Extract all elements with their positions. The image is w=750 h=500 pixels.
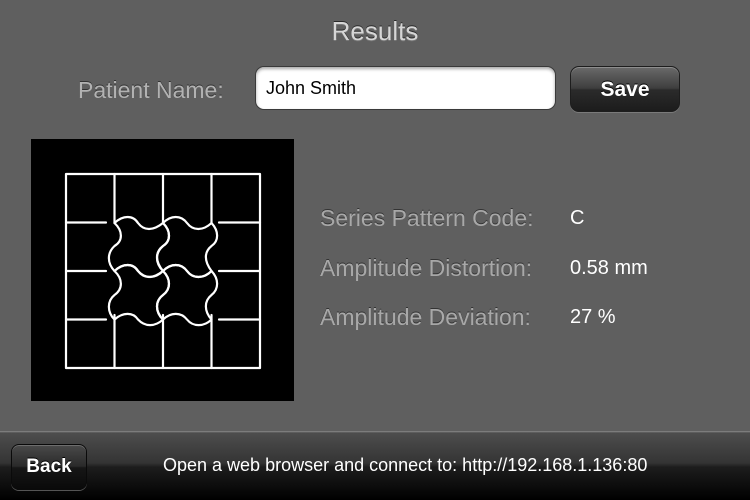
amplitude-distortion-value: 0.58 mm — [570, 257, 648, 279]
series-pattern-code-label: Series Pattern Code: — [320, 205, 534, 231]
amplitude-deviation-value: 27 % — [570, 306, 616, 328]
series-pattern-code-value: C — [570, 207, 585, 229]
connect-instructions: Open a web browser and connect to: http:… — [163, 455, 648, 475]
bottom-toolbar: Back Open a web browser and connect to: … — [0, 431, 750, 500]
back-button[interactable]: Back — [11, 444, 87, 490]
patient-name-input[interactable] — [255, 66, 556, 110]
amplitude-distortion-label: Amplitude Distortion: — [320, 255, 533, 281]
amplitude-deviation-label: Amplitude Deviation: — [320, 304, 531, 330]
amsler-grid-icon — [64, 172, 262, 370]
page-title: Results — [331, 16, 419, 46]
distortion-grid-image — [31, 139, 294, 401]
save-button[interactable]: Save — [570, 66, 680, 112]
patient-name-label: Patient Name: — [78, 77, 224, 103]
